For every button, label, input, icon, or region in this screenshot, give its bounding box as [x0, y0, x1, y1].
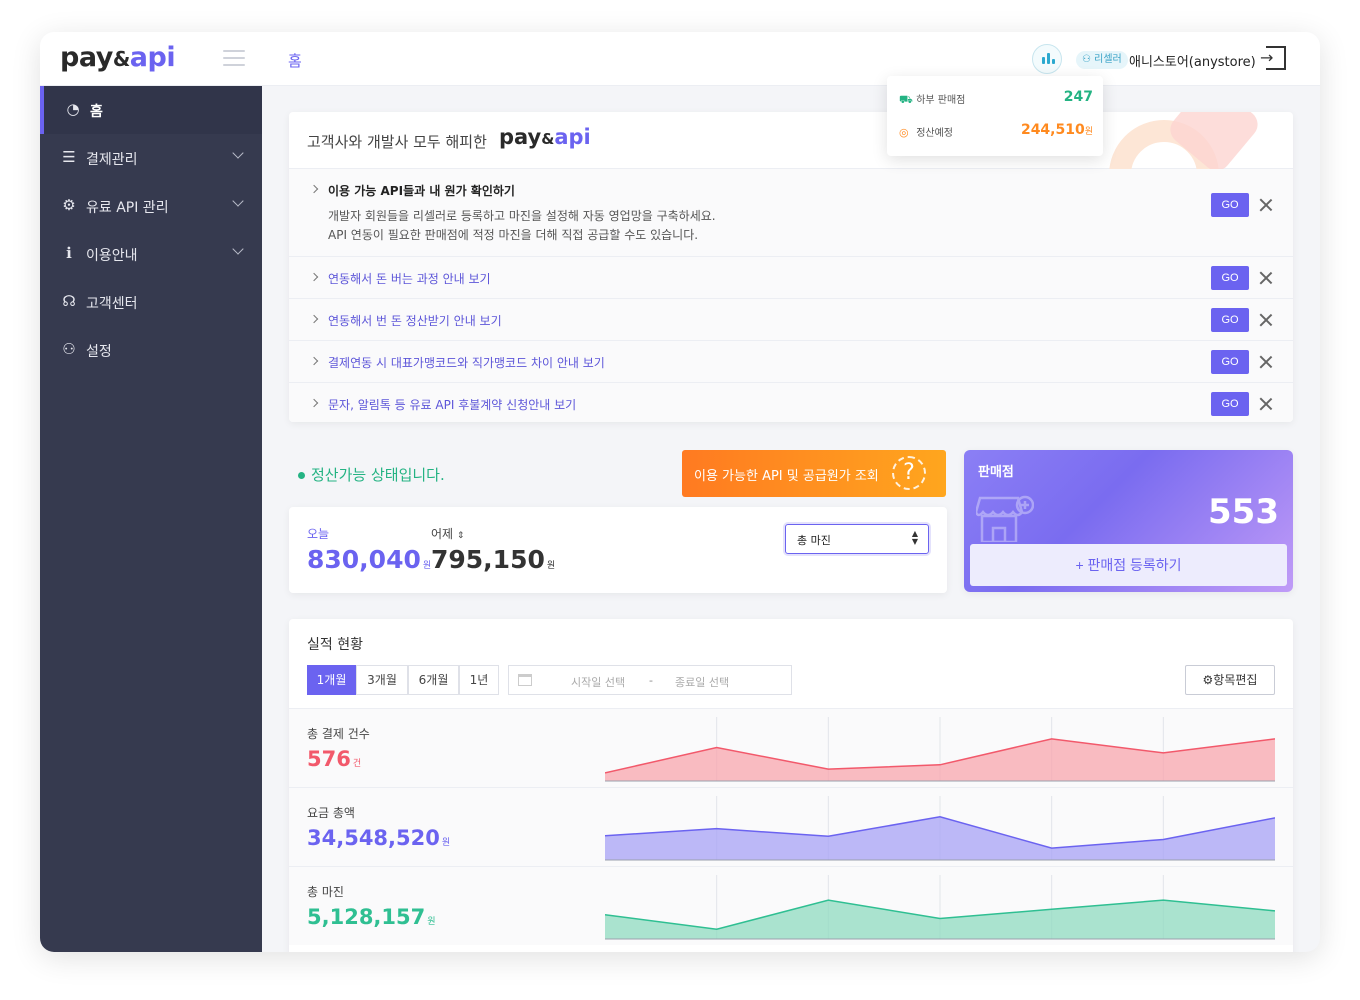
- app-logo[interactable]: pay&api: [60, 42, 176, 73]
- menu-toggle-icon[interactable]: [223, 50, 245, 68]
- close-icon[interactable]: [1259, 271, 1273, 285]
- user-icon: ⚇: [1082, 54, 1091, 65]
- store-card: 판매점 553 + 판매점 등록하기: [964, 450, 1293, 592]
- chevron-down-icon: [232, 147, 244, 159]
- coins-icon: ☰: [62, 148, 76, 166]
- go-button[interactable]: GO: [1211, 350, 1249, 374]
- intro-title: 고객사와 개발사 모두 해피한: [307, 133, 487, 151]
- app-window: pay&api 홈 ⚇ 리셀러 애니스토어(anystore) → ⛟ 하부 판…: [40, 32, 1320, 952]
- top-header: pay&api 홈 ⚇ 리셀러 애니스토어(anystore) →: [40, 32, 1320, 86]
- breadcrumb: 홈: [288, 52, 302, 70]
- calendar-icon: [518, 674, 532, 686]
- intro-logo: pay&api: [499, 125, 591, 149]
- chevron-right-icon: [309, 184, 319, 194]
- sidebar-item-payments[interactable]: ☰ 결제관리: [40, 134, 262, 182]
- chevron-right-icon: [309, 314, 319, 324]
- headset-icon: ☊: [62, 292, 76, 310]
- intro-header: 고객사와 개발사 모두 해피한 pay&api: [289, 112, 1293, 230]
- close-icon[interactable]: [1259, 355, 1273, 369]
- popover-row-sub-stores[interactable]: ⛟ 하부 판매점 247: [899, 89, 1093, 115]
- sort-icon: ⇕: [456, 531, 465, 541]
- go-button[interactable]: GO: [1211, 392, 1249, 416]
- store-name[interactable]: 애니스토어(anystore): [1129, 51, 1256, 70]
- info-icon: ℹ: [66, 244, 72, 262]
- today-label: 오늘: [307, 527, 330, 541]
- chevron-right-icon: [309, 272, 319, 282]
- go-button[interactable]: GO: [1211, 308, 1249, 332]
- sidebar-item-paid-api[interactable]: ⚙ 유료 API 관리: [40, 182, 262, 230]
- stats-icon[interactable]: [1032, 44, 1062, 74]
- sidebar-item-guide[interactable]: ℹ 이용안내: [40, 230, 262, 278]
- summary-popover: ⛟ 하부 판매점 247 ◎ 정산예정 244,510원: [887, 76, 1103, 156]
- logout-arrow-icon[interactable]: →: [1260, 50, 1273, 66]
- store-count: 553: [1208, 492, 1279, 532]
- chevron-right-icon: [309, 398, 319, 408]
- yesterday-value: 795,150 원: [431, 545, 556, 574]
- metric-select[interactable]: 총 마진 ▲ ▼: [785, 524, 929, 554]
- chevron-down-icon: [232, 195, 244, 207]
- period-tab-1m[interactable]: 1개월: [307, 665, 356, 695]
- coins-icon: ◎: [899, 126, 909, 139]
- end-date-input[interactable]: 종료일 선택: [675, 674, 729, 690]
- popover-row-settlement[interactable]: ◎ 정산예정 244,510원: [899, 122, 1093, 148]
- trend-chart: [605, 796, 1275, 861]
- sidebar-item-support[interactable]: ☊ 고객센터: [40, 278, 262, 326]
- metric-row: 요금 총액 34,548,520 원: [289, 787, 1293, 866]
- tip-row: 연동해서 돈 버는 과정 안내 보기 GO: [289, 257, 1293, 299]
- start-date-input[interactable]: 시작일 선택: [571, 674, 625, 690]
- register-store-button[interactable]: + 판매점 등록하기: [970, 544, 1287, 586]
- chevron-right-icon: [309, 356, 319, 366]
- store-card-title: 판매점: [978, 465, 1014, 480]
- revenue-card: 오늘 830,040 원 어제 ⇕ 795,150 원 총 마진 ▲ ▼: [289, 507, 947, 593]
- performance-title: 실적 현황: [307, 637, 363, 653]
- dashboard-icon: ◔: [66, 100, 80, 118]
- basket-icon: ⛟: [899, 93, 913, 106]
- close-icon[interactable]: [1259, 198, 1273, 212]
- tip-row: 결제연동 시 대표가맹코드와 직가맹코드 차이 안내 보기 GO: [289, 341, 1293, 383]
- gear-icon: ⚙: [1202, 673, 1214, 687]
- metric-row: 총 마진 5,128,157 원: [289, 866, 1293, 945]
- user-settings-icon: ⚇: [62, 340, 76, 358]
- trend-chart: [605, 717, 1275, 782]
- period-tab-1y[interactable]: 1년: [459, 665, 499, 695]
- trend-area: [605, 816, 1275, 860]
- sidebar-item-settings[interactable]: ⚇ 설정: [40, 326, 262, 374]
- status-dot-icon: [298, 472, 305, 479]
- yesterday-label[interactable]: 어제 ⇕: [431, 525, 464, 542]
- metric-row: 총 결제 건수 576 건: [289, 708, 1293, 787]
- question-pointer-icon: ?: [892, 456, 926, 490]
- select-arrows-icon: ▲ ▼: [911, 529, 918, 546]
- sidebar-item-home[interactable]: ◔ 홈: [40, 86, 262, 134]
- trend-chart: [605, 875, 1275, 940]
- tip-row: 연동해서 번 돈 정산받기 안내 보기 GO: [289, 299, 1293, 341]
- period-tab-6m[interactable]: 6개월: [408, 665, 459, 695]
- edit-items-button[interactable]: ⚙항목편집: [1185, 665, 1275, 695]
- api-gear-icon: ⚙: [62, 196, 76, 214]
- performance-card: 실적 현황 1개월 3개월 6개월 1년 시작일 선택 - 종료일 선택 ⚙항목…: [289, 619, 1293, 952]
- close-icon[interactable]: [1259, 397, 1273, 411]
- date-range-picker[interactable]: 시작일 선택 - 종료일 선택: [508, 665, 792, 695]
- settlement-status: 정산가능 상태입니다.: [298, 464, 445, 485]
- chevron-down-icon: [232, 243, 244, 255]
- sidebar: ◔ 홈 ☰ 결제관리 ⚙ 유료 API 관리 ℹ 이용안내 ☊ 고객센터 ⚇ 설…: [40, 86, 262, 952]
- role-badge: ⚇ 리셀러: [1076, 51, 1128, 69]
- tip-row: 문자, 알림톡 등 유료 API 후불계약 신청안내 보기 GO: [289, 383, 1293, 422]
- api-cost-button[interactable]: 이용 가능한 API 및 공급원가 조회 ?: [682, 450, 946, 497]
- tip-row: 이용 가능 API들과 내 원가 확인하기 개발자 회원들을 리셀러로 등록하고…: [289, 169, 1293, 257]
- intro-card: 고객사와 개발사 모두 해피한 pay&api 이용 가능 API들과 내 원가…: [289, 112, 1293, 422]
- go-button[interactable]: GO: [1211, 266, 1249, 290]
- close-icon[interactable]: [1259, 313, 1273, 327]
- store-awning-icon: [976, 495, 1034, 542]
- today-value: 830,040 원: [307, 545, 432, 574]
- period-tab-3m[interactable]: 3개월: [356, 665, 408, 695]
- go-button[interactable]: GO: [1211, 193, 1249, 217]
